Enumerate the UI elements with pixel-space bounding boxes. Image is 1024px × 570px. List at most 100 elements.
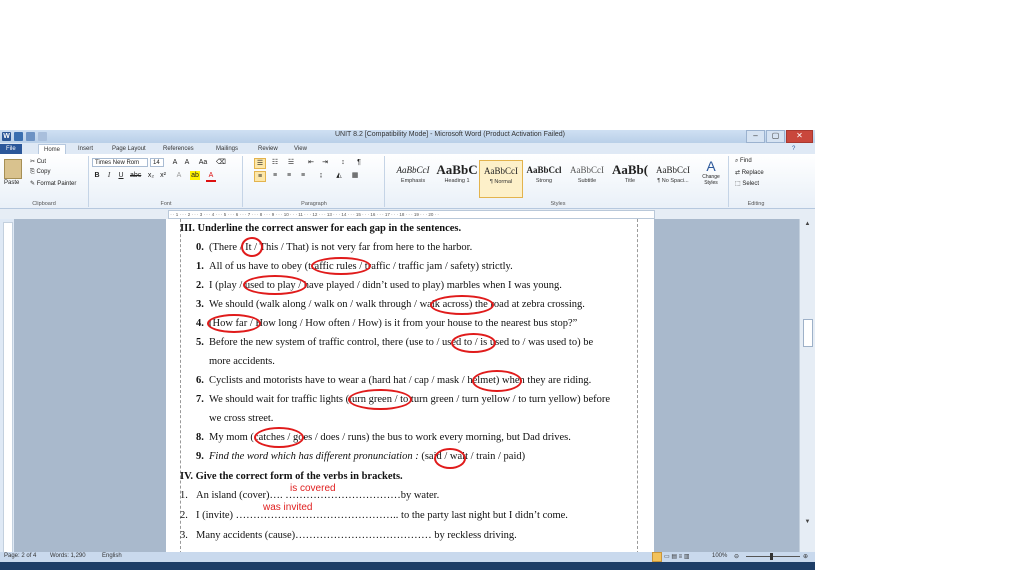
strikethrough-icon[interactable]: abc xyxy=(130,171,141,180)
underline-icon[interactable]: U xyxy=(116,171,126,180)
tab-mailings[interactable]: Mailings xyxy=(216,144,238,154)
replace-icon: ⇄ xyxy=(735,170,742,176)
style-subtitle[interactable]: AaBbCcI Subtitle xyxy=(566,160,608,196)
style-name: Subtitle xyxy=(577,178,597,184)
bold-icon[interactable]: B xyxy=(92,171,102,180)
line-spacing-icon[interactable]: ↨ xyxy=(316,171,326,180)
clear-format-icon[interactable]: ⌫ xyxy=(216,158,226,167)
styles-group: AaBbCcI Emphasis AaBbC Heading 1 AaBbCcI… xyxy=(388,156,729,207)
shrink-font-icon[interactable]: A xyxy=(182,158,192,167)
tab-review[interactable]: Review xyxy=(258,144,278,154)
style-heading-1[interactable]: AaBbC Heading 1 xyxy=(436,160,478,196)
document-page[interactable]: III. Underline the correct answer for ea… xyxy=(166,219,654,557)
view-buttons-icon[interactable]: ▭ ▤ ≡ ▥ xyxy=(664,553,690,560)
window-title: UNIT 8.2 [Compatibility Mode] - Microsof… xyxy=(334,131,566,138)
replace-button[interactable]: ⇄ Replace xyxy=(735,169,764,176)
item-number: 1. xyxy=(196,261,204,272)
font-name-box[interactable]: Times New Rom xyxy=(92,158,148,167)
minimize-button[interactable]: – xyxy=(746,130,765,143)
word-logo-icon[interactable]: W xyxy=(2,132,11,141)
font-size-box[interactable]: 14 xyxy=(150,158,164,167)
style-name: ¶ No Spaci... xyxy=(657,178,689,184)
tab-references[interactable]: References xyxy=(163,144,194,154)
font-color-icon[interactable]: A xyxy=(206,171,216,182)
tab-view[interactable]: View xyxy=(294,144,307,154)
superscript-icon[interactable]: x² xyxy=(158,171,168,180)
restore-button[interactable]: ▢ xyxy=(766,130,785,143)
language-indicator[interactable]: English xyxy=(102,553,122,559)
paste-icon[interactable] xyxy=(4,159,22,179)
align-right-icon[interactable]: ≡ xyxy=(284,171,294,180)
zoom-out-icon[interactable]: ⊖ xyxy=(734,553,739,560)
answer-circle xyxy=(348,389,412,410)
undo-icon[interactable] xyxy=(26,132,35,141)
paste-button[interactable]: Paste xyxy=(4,180,19,186)
tab-insert[interactable]: Insert xyxy=(78,144,93,154)
align-left-icon[interactable]: ≡ xyxy=(254,171,266,182)
highlight-icon[interactable]: ab xyxy=(190,171,200,180)
style-sample: AaBbCcI xyxy=(396,165,430,175)
item-number: 9. xyxy=(196,451,204,462)
text-effects-icon[interactable]: A xyxy=(174,171,184,180)
quick-access-toolbar: W xyxy=(2,131,47,142)
style-strong[interactable]: AaBbCcl Strong xyxy=(523,160,565,196)
numbering-icon[interactable]: ☷ xyxy=(270,158,280,167)
pilcrow-icon[interactable]: ¶ xyxy=(354,158,364,167)
vertical-ruler[interactable] xyxy=(3,222,13,559)
vertical-scrollbar[interactable]: ▲ ▼ xyxy=(799,219,815,557)
zoom-slider-thumb[interactable] xyxy=(770,553,773,560)
increase-indent-icon[interactable]: ⇥ xyxy=(320,158,330,167)
item-number: 5. xyxy=(196,337,204,348)
close-button[interactable]: ✕ xyxy=(786,130,813,143)
scroll-thumb[interactable] xyxy=(803,319,813,347)
word-count[interactable]: Words: 1,290 xyxy=(50,553,86,559)
style-title[interactable]: AaBb( Title xyxy=(609,160,651,196)
page-count[interactable]: Page: 2 of 4 xyxy=(4,553,36,559)
shading-icon[interactable]: ◭ xyxy=(334,171,344,180)
style-name: Heading 1 xyxy=(444,178,470,184)
tab-file[interactable]: File xyxy=(0,144,22,154)
format-painter-button[interactable]: ✎ Format Painter xyxy=(30,180,76,187)
find-label: Find xyxy=(740,158,752,164)
borders-icon[interactable]: ▦ xyxy=(350,171,360,180)
grow-font-icon[interactable]: A xyxy=(170,158,180,167)
redo-icon[interactable] xyxy=(38,132,47,141)
clipboard-label: Clipboard xyxy=(32,201,56,207)
style-normal[interactable]: AaBbCcI ¶ Normal xyxy=(479,160,523,198)
change-case-icon[interactable]: Aa xyxy=(198,158,208,167)
change-styles-button[interactable]: A Change Styles xyxy=(698,158,724,194)
save-icon[interactable] xyxy=(14,132,23,141)
item-number: 4. xyxy=(196,318,204,329)
zoom-level[interactable]: 100% xyxy=(712,553,727,559)
select-button[interactable]: ⬚ Select xyxy=(735,180,759,187)
decrease-indent-icon[interactable]: ⇤ xyxy=(306,158,316,167)
subscript-icon[interactable]: x₂ xyxy=(146,171,156,180)
scroll-down-icon[interactable]: ▼ xyxy=(803,519,812,525)
copy-button[interactable]: ⎘ Copy xyxy=(30,169,50,176)
zoom-slider[interactable] xyxy=(746,556,800,557)
help-icon[interactable]: ? xyxy=(792,144,795,154)
cut-button[interactable]: ✂ Cut xyxy=(30,158,46,165)
word-window: W UNIT 8.2 [Compatibility Mode] - Micros… xyxy=(0,130,815,570)
document-area: III. Underline the correct answer for ea… xyxy=(14,219,800,557)
multilevel-list-icon[interactable]: ☱ xyxy=(286,158,296,167)
print-layout-icon[interactable] xyxy=(652,552,662,562)
scroll-up-icon[interactable]: ▲ xyxy=(803,221,812,227)
zoom-in-icon[interactable]: ⊕ xyxy=(803,553,808,560)
handwritten-answer: is covered xyxy=(290,483,336,494)
tab-page-layout[interactable]: Page Layout xyxy=(112,144,146,154)
align-center-icon[interactable]: ≡ xyxy=(270,171,280,180)
bullets-icon[interactable]: ☰ xyxy=(254,158,266,169)
find-button[interactable]: ⌕ Find xyxy=(735,158,752,165)
style-no-spacing[interactable]: AaBbCcI ¶ No Spaci... xyxy=(652,160,694,196)
item-text: Cyclists and motorists have to wear a (h… xyxy=(209,375,592,386)
paragraph-group: ☰ ☷ ☱ ⇤ ⇥ ↕ ¶ ≡ ≡ ≡ ≡ ↨ ◭ ▦ Paragraph xyxy=(244,156,385,207)
horizontal-ruler[interactable]: · · 1 · · · 2 · · · 3 · · · 4 · · · 5 · … xyxy=(0,209,815,219)
justify-icon[interactable]: ≡ xyxy=(298,171,308,180)
sort-icon[interactable]: ↕ xyxy=(338,158,348,167)
style-emphasis[interactable]: AaBbCcI Emphasis xyxy=(392,160,434,196)
item-text: (How far / How long / How often / How) i… xyxy=(209,318,578,329)
replace-label: Replace xyxy=(741,170,764,176)
answer-circle xyxy=(311,257,371,275)
italic-icon[interactable]: I xyxy=(104,171,114,180)
